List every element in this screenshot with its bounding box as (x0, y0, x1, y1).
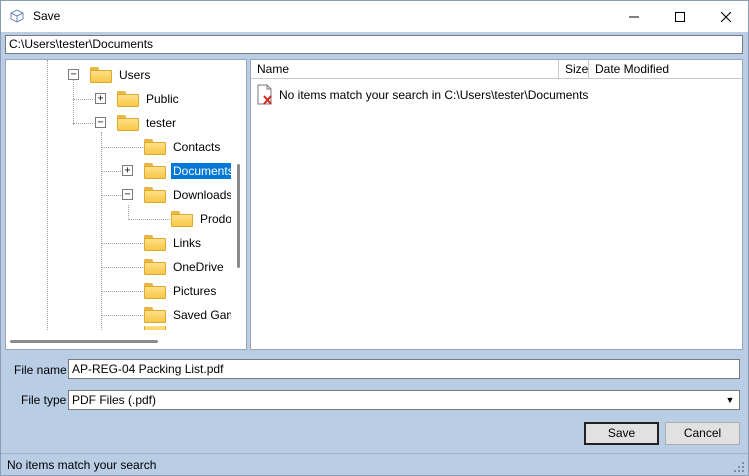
tree-item-label: Prodo (200, 212, 233, 226)
folder-icon (144, 283, 166, 299)
tree-connector (47, 60, 48, 330)
tree-item-saved-games[interactable]: Saved Gam (144, 305, 238, 325)
tree-connector (101, 243, 143, 244)
collapse-downloads-toggle[interactable]: − (122, 189, 133, 200)
file-type-select[interactable]: PDF Files (.pdf) ▼ (68, 390, 740, 410)
folder-icon (144, 139, 166, 155)
tree-item-documents[interactable]: Documents (144, 161, 236, 181)
tree-item-users[interactable]: Users (90, 65, 152, 85)
tree-item-onedrive[interactable]: OneDrive (144, 257, 226, 277)
tree-item-downloads[interactable]: Downloads (144, 185, 234, 205)
tree-item-label: Saved Gam (173, 308, 237, 322)
tree-vertical-scroll-thumb[interactable] (237, 164, 240, 268)
tree-horizontal-scrollbar[interactable] (6, 330, 246, 349)
cancel-button[interactable]: Cancel (665, 422, 740, 445)
tree-item-label: Public (146, 92, 179, 106)
tree-item-label: Contacts (173, 140, 221, 154)
tree-connector (101, 267, 143, 268)
file-name-input[interactable]: AP-REG-04 Packing List.pdf (68, 359, 740, 379)
tree-item-public[interactable]: Public (117, 89, 181, 109)
tree-connector (101, 132, 102, 330)
app-cube-icon (10, 9, 24, 23)
minimize-icon (629, 16, 639, 17)
minimize-button[interactable] (611, 1, 657, 32)
tree-connector (73, 80, 74, 125)
tree-connector (101, 195, 121, 196)
save-dialog: Save C:\Users\tester\Documents − + − + −… (0, 0, 749, 476)
tree-item-prodo[interactable]: Prodo (171, 209, 234, 229)
column-header-size[interactable]: Size (559, 60, 589, 79)
tree-item-tester[interactable]: tester (117, 113, 178, 133)
maximize-icon (675, 11, 685, 22)
folder-icon (90, 67, 112, 83)
folder-icon (144, 163, 166, 179)
tree-connector (101, 171, 121, 172)
tree-item-label: tester (146, 116, 177, 130)
empty-results-message: No items match your search in C:\Users\t… (279, 88, 589, 102)
folder-icon (117, 115, 139, 131)
save-button[interactable]: Save (584, 422, 659, 445)
file-list-header: Name Size Date Modified (251, 60, 742, 79)
collapse-users-toggle[interactable]: − (68, 69, 79, 80)
folder-tree-content: − + − + − Users Public tester Contacts D… (6, 60, 236, 332)
tree-connector (101, 315, 143, 316)
column-header-name[interactable]: Name (251, 60, 559, 79)
folder-icon (117, 91, 139, 107)
status-bar: No items match your search (1, 453, 748, 475)
tree-connector (101, 291, 143, 292)
collapse-tester-toggle[interactable]: − (95, 117, 106, 128)
tree-item-label: Documents (171, 163, 236, 179)
file-type-label: File type (21, 393, 67, 407)
tree-vertical-scrollbar[interactable] (231, 60, 246, 330)
folder-icon (144, 307, 166, 323)
column-header-date-modified[interactable]: Date Modified (589, 60, 739, 79)
tree-item-contacts[interactable]: Contacts (144, 137, 222, 157)
folder-tree[interactable]: − + − + − Users Public tester Contacts D… (5, 59, 247, 350)
empty-results-row: No items match your search in C:\Users\t… (257, 84, 588, 106)
tree-connector (73, 123, 93, 124)
tree-item-label: Users (119, 68, 151, 82)
tree-item-links[interactable]: Links (144, 233, 203, 253)
window-title: Save (33, 9, 61, 23)
expand-public-toggle[interactable]: + (95, 93, 106, 104)
tree-connector (128, 219, 170, 220)
tree-item-pictures[interactable]: Pictures (144, 281, 218, 301)
tree-item-label: Links (173, 236, 202, 250)
tree-item-label: Pictures (173, 284, 217, 298)
dropdown-arrow-icon[interactable]: ▼ (722, 392, 738, 408)
title-bar: Save (1, 1, 748, 32)
file-type-value: PDF Files (.pdf) (72, 393, 157, 407)
tree-item-label: OneDrive (173, 260, 224, 274)
tree-horizontal-scroll-thumb[interactable] (10, 340, 158, 343)
close-icon (721, 11, 731, 22)
close-button[interactable] (703, 1, 749, 32)
file-name-label: File name (14, 363, 67, 377)
tree-connector (73, 99, 93, 100)
file-list[interactable]: Name Size Date Modified No items match y… (250, 59, 743, 350)
folder-icon (144, 235, 166, 251)
folder-icon (144, 259, 166, 275)
tree-connector (128, 205, 129, 220)
path-field[interactable]: C:\Users\tester\Documents (5, 35, 743, 54)
status-text: No items match your search (7, 458, 157, 472)
tree-item-label: Downloads (173, 188, 233, 202)
expand-documents-toggle[interactable]: + (122, 165, 133, 176)
folder-icon (171, 211, 193, 227)
resize-grip-icon[interactable] (734, 462, 744, 472)
folder-icon (144, 187, 166, 203)
no-results-document-icon (257, 84, 272, 105)
tree-connector (101, 147, 143, 148)
maximize-button[interactable] (657, 1, 703, 32)
